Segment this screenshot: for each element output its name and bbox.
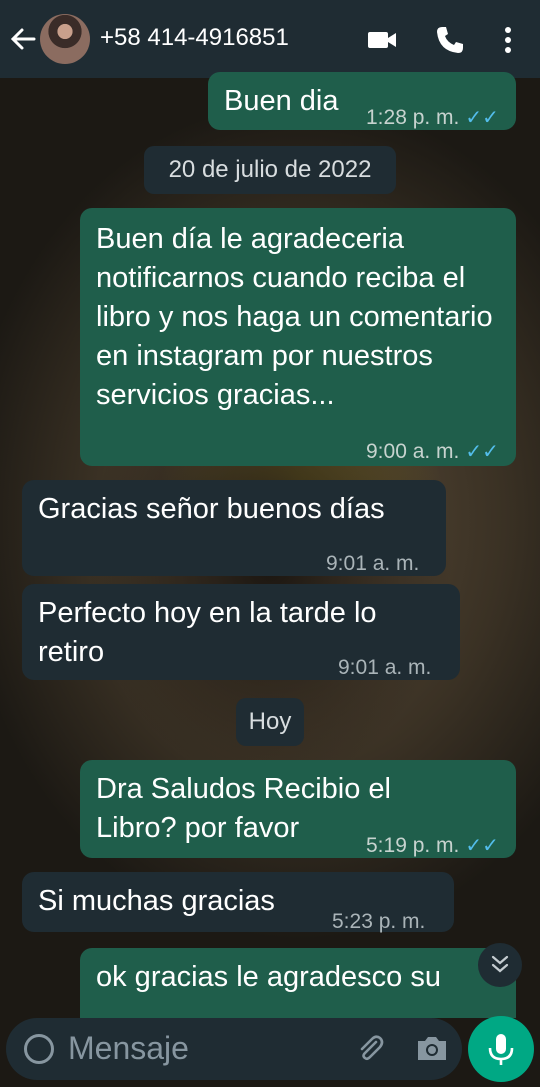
message-time: 5:23 p. m. <box>332 910 426 933</box>
chat-header: +58 414-4916851 <box>0 0 540 78</box>
message-bubble-incoming[interactable]: Perfecto hoy en la tarde lo retiro 9:01 … <box>22 584 460 680</box>
message-bubble-incoming[interactable]: Si muchas gracias 5:23 p. m. <box>22 872 454 933</box>
message-text: ok gracias le agradesco su <box>96 961 441 993</box>
message-bubble-outgoing[interactable]: Buen dia 1:28 p. m. ✓✓ <box>208 72 516 130</box>
read-receipt-icon: ✓✓ <box>465 107 499 129</box>
message-bubble-outgoing[interactable]: Buen día le agradeceria notificarnos cua… <box>80 208 516 466</box>
attach-icon[interactable] <box>354 1032 386 1064</box>
message-time: 1:28 p. m. ✓✓ <box>366 98 499 138</box>
message-text: Gracias señor buenos días <box>38 493 385 525</box>
avatar[interactable] <box>40 14 90 64</box>
message-time: 9:01 a. m. <box>326 552 420 575</box>
more-options-icon[interactable] <box>496 24 520 56</box>
read-receipt-icon: ✓✓ <box>465 835 499 857</box>
date-separator: Hoy <box>236 698 304 746</box>
date-separator: 20 de julio de 2022 <box>144 146 396 194</box>
message-text: Buen dia <box>224 85 339 117</box>
video-call-icon[interactable] <box>366 24 398 56</box>
emoji-icon[interactable] <box>24 1034 54 1064</box>
message-text: Si muchas gracias <box>38 885 275 917</box>
message-text: Buen día le agradeceria notificarnos cua… <box>96 223 493 411</box>
message-input[interactable]: Mensaje <box>68 1030 189 1067</box>
microphone-button[interactable] <box>468 1016 534 1082</box>
back-arrow-icon[interactable] <box>8 22 38 56</box>
phone-call-icon[interactable] <box>434 24 466 56</box>
read-receipt-icon: ✓✓ <box>465 441 499 463</box>
message-time: 9:00 a. m. ✓✓ <box>366 432 499 472</box>
message-time: 9:01 a. m. <box>338 656 432 679</box>
contact-name[interactable]: +58 414-4916851 <box>100 24 289 52</box>
message-time: 5:19 p. m. ✓✓ <box>366 826 499 866</box>
message-composer[interactable]: Mensaje <box>6 1018 462 1080</box>
scroll-to-bottom-button[interactable] <box>478 943 522 987</box>
message-bubble-outgoing[interactable]: Dra Saludos Recibio el Libro? por favor … <box>80 760 516 858</box>
camera-icon[interactable] <box>414 1032 450 1064</box>
message-bubble-incoming[interactable]: Gracias señor buenos días 9:01 a. m. <box>22 480 446 576</box>
message-bubble-outgoing[interactable]: ok gracias le agradesco su <box>80 948 516 1018</box>
